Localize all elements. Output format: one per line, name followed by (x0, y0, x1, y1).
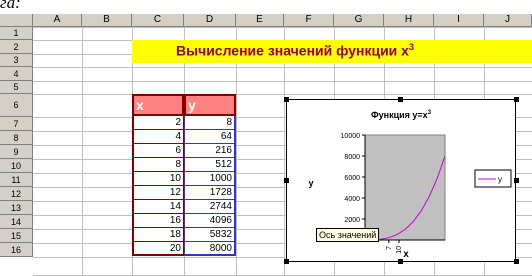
column-header-h[interactable]: H (384, 14, 434, 27)
column-header-j[interactable]: J (484, 14, 532, 27)
y-value-cell[interactable]: 64 (184, 130, 236, 144)
y-value-cell[interactable]: 216 (184, 144, 236, 158)
x-value-cell[interactable]: 2 (132, 116, 184, 130)
row-header-2[interactable]: 2 (0, 40, 33, 54)
row-header-5[interactable]: 5 (0, 81, 33, 94)
y-tick-label: 4000 (344, 196, 360, 203)
grid-vline (284, 27, 285, 275)
x-value-cell[interactable]: 8 (132, 158, 184, 172)
y-tick-label: 8000 (344, 154, 360, 161)
x-value-cell[interactable]: 10 (132, 172, 184, 186)
x-value-cell[interactable]: 12 (132, 186, 184, 200)
y-value-cell[interactable]: 4096 (184, 214, 236, 228)
y-tick-label: 10000 (341, 133, 361, 140)
resize-handle-top[interactable] (398, 97, 403, 102)
x-value-cell[interactable]: 14 (132, 200, 184, 214)
row-header-3[interactable]: 3 (0, 54, 33, 67)
select-all-corner[interactable] (0, 14, 33, 27)
row-header-1[interactable]: 1 (0, 27, 33, 40)
corner-text: га: (0, 0, 21, 12)
resize-handle-bottom-left[interactable] (284, 259, 289, 264)
row-header-11[interactable]: 11 (0, 173, 33, 187)
x-value-cell[interactable]: 6 (132, 144, 184, 158)
y-value-cell[interactable]: 2744 (184, 200, 236, 214)
column-header-g[interactable]: G (334, 14, 384, 27)
resize-handle-bottom[interactable] (398, 259, 403, 264)
y-value-cell[interactable]: 5832 (184, 228, 236, 242)
column-header-d[interactable]: D (184, 14, 236, 27)
legend[interactable]: y (474, 169, 512, 188)
row-header-12[interactable]: 12 (0, 187, 33, 201)
y-value-cell[interactable]: 512 (184, 158, 236, 172)
row-header-7[interactable]: 7 (0, 117, 33, 131)
row-header-6[interactable]: 6 (0, 94, 33, 117)
x-value-cell[interactable]: 20 (132, 242, 184, 256)
resize-handle-top-left[interactable] (284, 97, 289, 102)
row-header-13[interactable]: 13 (0, 201, 33, 215)
y-value-cell[interactable]: 1728 (184, 186, 236, 200)
resize-handle-right[interactable] (514, 178, 519, 183)
row-header-10[interactable]: 10 (0, 159, 33, 173)
grid-hline (33, 94, 532, 95)
y-tick-label: 2000 (344, 217, 360, 224)
column-header-c[interactable]: C (132, 14, 184, 27)
grid-hline (33, 67, 532, 68)
row-header-9[interactable]: 9 (0, 145, 33, 159)
legend-label: y (498, 175, 502, 184)
x-value-cell[interactable]: 18 (132, 228, 184, 242)
grid-vline (236, 27, 237, 275)
y-header-cell[interactable]: y (184, 94, 236, 116)
x-value-cell[interactable]: 4 (132, 130, 184, 144)
y-tick-label: 6000 (344, 175, 360, 182)
resize-handle-bottom-right[interactable] (514, 259, 519, 264)
column-header-a[interactable]: A (33, 14, 82, 27)
x-tick-label: 10 (396, 246, 403, 254)
x-tick-label: 7 (386, 246, 393, 250)
row-header-14[interactable]: 14 (0, 215, 33, 229)
chart-title: Функция y=x3 (371, 110, 432, 120)
resize-handle-left[interactable] (284, 178, 289, 183)
axis-tooltip: Ось значений (316, 228, 380, 242)
y-value-cell[interactable]: 8 (184, 116, 236, 130)
row-header-8[interactable]: 8 (0, 131, 33, 145)
grid-hline (33, 81, 532, 82)
x-header-cell[interactable]: x (132, 94, 184, 116)
x-value-cell[interactable]: 16 (132, 214, 184, 228)
column-header-e[interactable]: E (236, 14, 284, 27)
grid-vline (82, 27, 83, 275)
sheet-title: Вычисление значений функции x3 (176, 42, 414, 59)
y-value-cell[interactable]: 1000 (184, 172, 236, 186)
grid-hline (33, 27, 532, 28)
resize-handle-top-right[interactable] (514, 97, 519, 102)
row-header-16[interactable]: 16 (0, 243, 33, 257)
y-axis-label: y (308, 178, 313, 188)
column-header-i[interactable]: I (434, 14, 484, 27)
y-value-cell[interactable]: 8000 (184, 242, 236, 256)
x-axis-label: x (403, 249, 409, 260)
row-header-15[interactable]: 15 (0, 229, 33, 243)
column-header-b[interactable]: B (82, 14, 132, 27)
row-header-4[interactable]: 4 (0, 67, 33, 81)
column-header-f[interactable]: F (284, 14, 334, 27)
